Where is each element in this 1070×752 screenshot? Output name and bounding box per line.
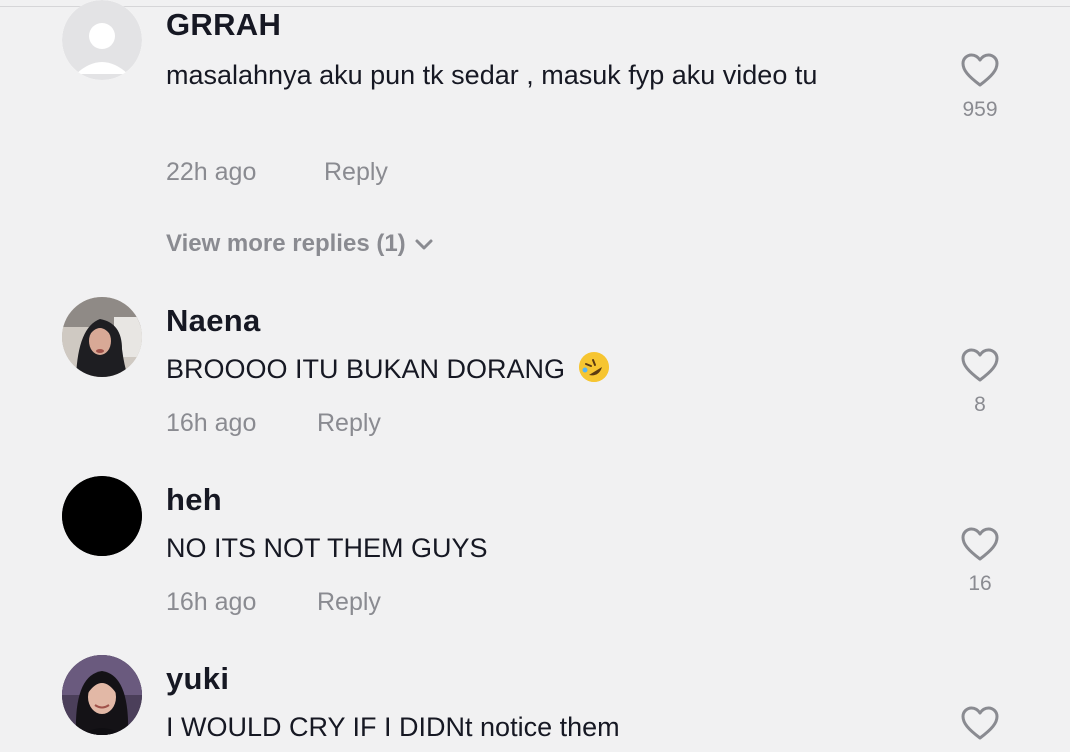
like-button[interactable]: 959 bbox=[958, 52, 1002, 122]
comment-time: 16h ago bbox=[166, 588, 257, 616]
comment-text: I WOULD CRY IF I DIDNt notice them bbox=[166, 712, 620, 742]
avatar[interactable] bbox=[62, 297, 142, 377]
photo-woman-dark-hair bbox=[62, 655, 142, 735]
view-more-label: View more replies (1) bbox=[166, 230, 406, 257]
like-button[interactable] bbox=[958, 705, 1002, 741]
reply-button[interactable]: Reply bbox=[317, 407, 381, 439]
comment-username[interactable]: GRRAH bbox=[166, 6, 281, 44]
photo-woman-hijab bbox=[62, 297, 142, 377]
heart-icon[interactable] bbox=[960, 52, 1000, 88]
heart-icon[interactable] bbox=[960, 526, 1000, 562]
comment-meta: 16h ago Reply bbox=[166, 407, 381, 439]
like-button[interactable]: 8 bbox=[958, 347, 1002, 417]
comment-text-content: BROOOO ITU BUKAN DORANG bbox=[166, 354, 566, 384]
heart-icon[interactable] bbox=[960, 705, 1000, 741]
comment-meta: 22h ago Reply bbox=[166, 156, 388, 188]
like-button[interactable]: 16 bbox=[958, 526, 1002, 596]
comment-username[interactable]: Naena bbox=[166, 302, 261, 340]
default-person-icon bbox=[62, 0, 142, 80]
comment-meta: 16h ago Reply bbox=[166, 586, 381, 618]
rolling-on-floor-laughing-icon bbox=[578, 352, 609, 382]
black-circle bbox=[62, 476, 142, 556]
avatar[interactable] bbox=[62, 476, 142, 556]
comment-username[interactable]: heh bbox=[166, 481, 222, 519]
comment-time: 22h ago bbox=[166, 158, 257, 186]
comment-time: 16h ago bbox=[166, 409, 257, 437]
comment-text: NO ITS NOT THEM GUYS bbox=[166, 533, 488, 563]
heart-icon[interactable] bbox=[960, 347, 1000, 383]
comment-text: BROOOO ITU BUKAN DORANG bbox=[166, 347, 906, 391]
reply-button[interactable]: Reply bbox=[317, 586, 381, 618]
chevron-down-icon bbox=[415, 239, 433, 250]
like-count: 8 bbox=[974, 393, 986, 416]
avatar[interactable] bbox=[62, 0, 142, 80]
comment-username[interactable]: yuki bbox=[166, 660, 229, 698]
avatar[interactable] bbox=[62, 655, 142, 735]
like-count: 959 bbox=[962, 98, 998, 121]
top-divider bbox=[0, 6, 1070, 7]
like-count: 16 bbox=[968, 572, 992, 595]
reply-button[interactable]: Reply bbox=[324, 156, 388, 188]
view-more-replies-button[interactable]: View more replies (1) bbox=[166, 228, 434, 260]
comment-text: masalahnya aku pun tk sedar , masuk fyp … bbox=[166, 60, 818, 90]
